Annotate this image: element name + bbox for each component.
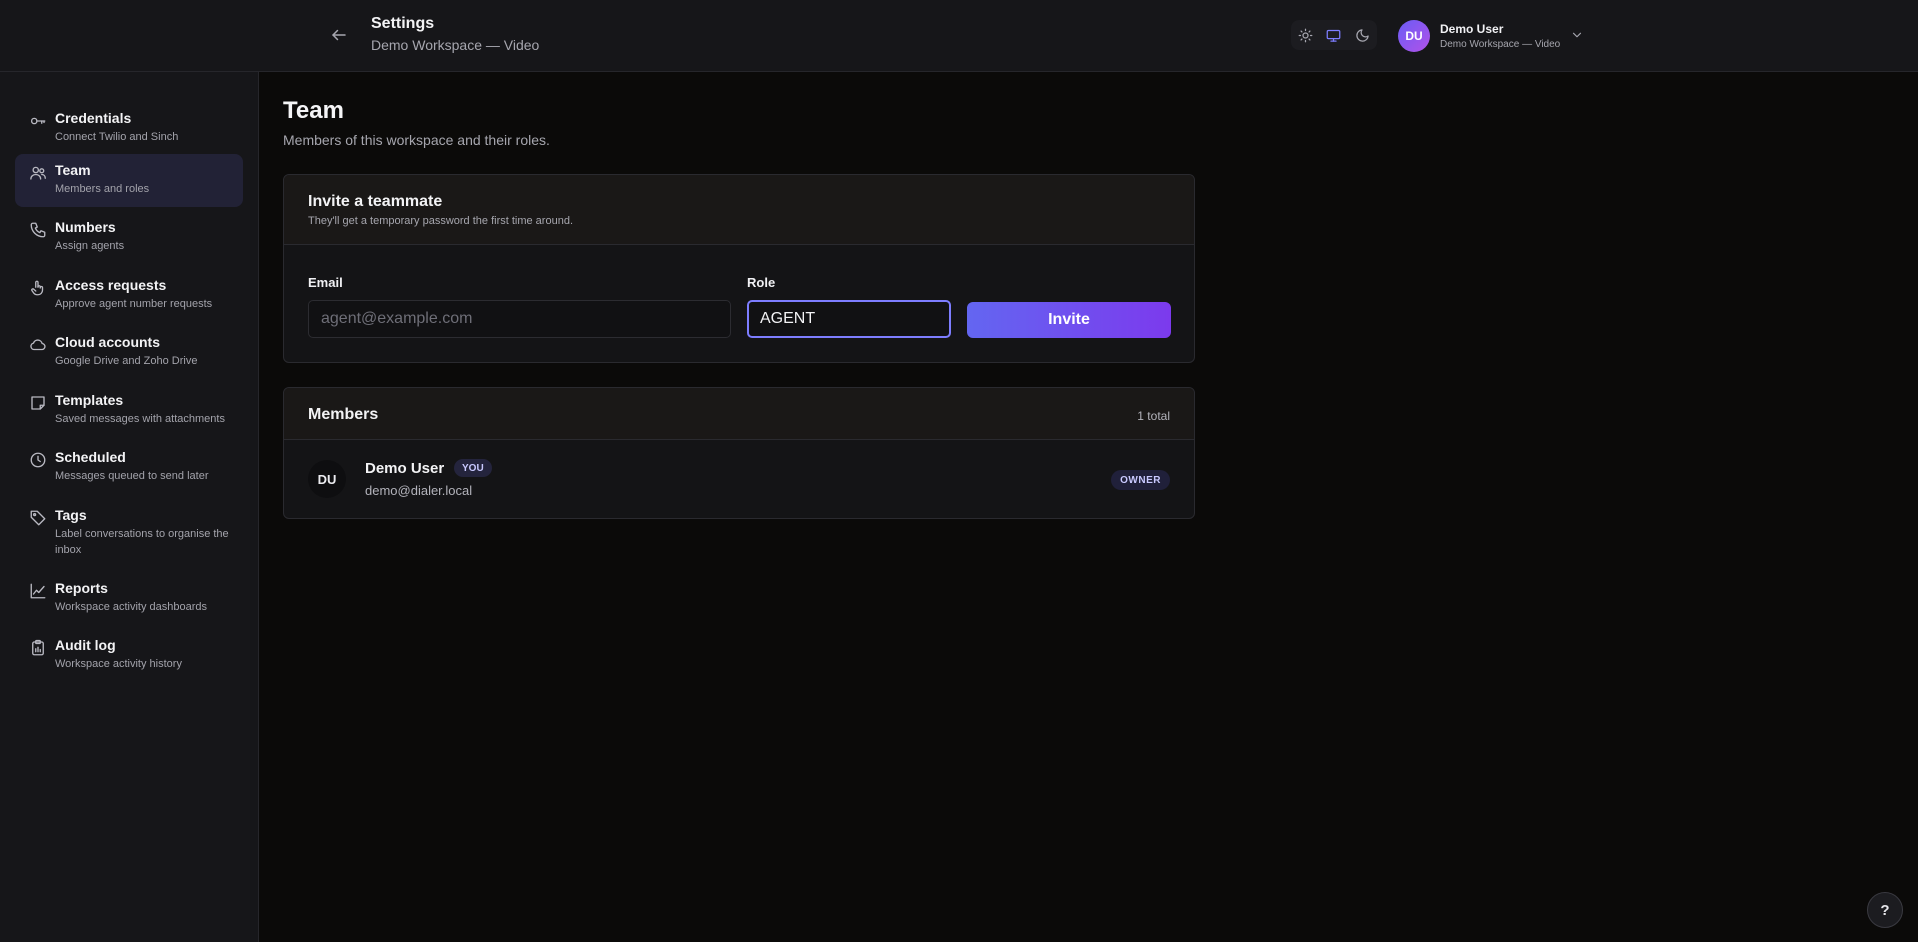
theme-switcher	[1291, 20, 1377, 50]
member-email: demo@dialer.local	[365, 483, 473, 498]
sidebar-item-team[interactable]: Team Members and roles	[15, 154, 243, 207]
sidebar-item-desc: Members and roles	[55, 183, 150, 195]
sidebar-item-cloud-accounts[interactable]: Cloud accounts Google Drive and Zoho Dri…	[15, 326, 243, 379]
tag-icon	[30, 510, 46, 526]
sidebar-item-audit-log[interactable]: Audit log Workspace activity history	[15, 629, 243, 682]
you-badge: YOU	[454, 459, 492, 477]
invite-card: Invite a teammate They'll get a temporar…	[283, 174, 1195, 363]
sidebar-item-label: Credentials	[55, 110, 132, 126]
sidebar-item-label: Templates	[55, 392, 124, 408]
invite-title: Invite a teammate	[308, 193, 443, 210]
member-name: Demo User	[365, 460, 445, 477]
sidebar-item-label: Numbers	[55, 219, 116, 235]
members-card-header: Members 1 total	[284, 388, 1194, 440]
sidebar-item-desc: Connect Twilio and Sinch	[55, 131, 179, 143]
sidebar-item-desc: Google Drive and Zoho Drive	[55, 355, 198, 367]
user-info: Demo User Demo Workspace — Video	[1440, 22, 1560, 50]
sidebar-item-desc: Messages queued to send later	[55, 470, 209, 482]
page-title: Team	[283, 97, 344, 124]
settings-sidebar: Credentials Connect Twilio and Sinch Tea…	[0, 72, 259, 942]
page-subtitle: Members of this workspace and their role…	[283, 132, 550, 148]
clock-icon	[30, 452, 46, 468]
sidebar-item-tags[interactable]: Tags Label conversations to organise the…	[15, 499, 243, 565]
key-icon	[30, 117, 46, 125]
chart-line-icon	[30, 583, 46, 599]
sidebar-item-label: Tags	[55, 507, 87, 523]
members-title: Members	[308, 406, 379, 423]
page-header-subtitle: Demo Workspace — Video	[371, 37, 540, 53]
monitor-icon	[1327, 29, 1341, 42]
sidebar-item-label: Audit log	[55, 637, 116, 653]
system-theme-button[interactable]	[1323, 24, 1345, 46]
avatar: DU	[1398, 20, 1430, 52]
sidebar-item-credentials[interactable]: Credentials Connect Twilio and Sinch	[15, 102, 243, 155]
arrow-left-icon	[332, 29, 346, 41]
sidebar-item-desc: Saved messages with attachments	[55, 413, 225, 425]
user-menu[interactable]: DU Demo User Demo Workspace — Video	[1398, 18, 1584, 54]
sidebar-item-label: Team	[55, 162, 91, 178]
sidebar-item-label: Reports	[55, 580, 108, 596]
sidebar-item-desc: Approve agent number requests	[55, 298, 213, 310]
sidebar-item-access-requests[interactable]: Access requests Approve agent number req…	[15, 269, 243, 322]
sidebar-item-desc: Workspace activity history	[55, 658, 182, 670]
sidebar-item-desc: Label conversations to organise the inbo…	[55, 528, 229, 556]
role-badge: OWNER	[1111, 470, 1170, 490]
sidebar-item-templates[interactable]: Templates Saved messages with attachment…	[15, 384, 243, 437]
invite-button[interactable]: Invite	[967, 302, 1171, 338]
moon-icon	[1356, 28, 1369, 42]
dark-theme-button[interactable]	[1352, 24, 1374, 46]
sidebar-item-label: Access requests	[55, 277, 167, 293]
sidebar-item-label: Cloud accounts	[55, 334, 161, 350]
sidebar-item-reports[interactable]: Reports Workspace activity dashboards	[15, 572, 243, 625]
members-count: 1 total	[1137, 409, 1170, 423]
members-card: Members 1 total DU Demo User YOU demo@di…	[283, 387, 1195, 519]
avatar: DU	[308, 460, 346, 498]
sidebar-item-desc: Workspace activity dashboards	[55, 601, 208, 613]
invite-description: They'll get a temporary password the fir…	[308, 215, 573, 227]
sidebar-item-label: Scheduled	[55, 449, 126, 465]
clipboard-icon	[32, 639, 44, 656]
email-label: Email	[308, 275, 343, 290]
light-theme-button[interactable]	[1294, 24, 1316, 46]
cloud-icon	[30, 339, 46, 351]
sun-icon	[1298, 28, 1313, 42]
chevron-down-icon	[1572, 32, 1582, 38]
role-label: Role	[747, 275, 776, 290]
email-field[interactable]	[308, 300, 731, 338]
sidebar-item-numbers[interactable]: Numbers Assign agents	[15, 211, 243, 264]
invite-card-header: Invite a teammate They'll get a temporar…	[284, 175, 1194, 245]
sidebar-item-scheduled[interactable]: Scheduled Messages queued to send later	[15, 441, 243, 494]
sticky-note-icon	[31, 396, 45, 410]
top-header: Settings Demo Workspace — Video DU Demo …	[0, 0, 1918, 72]
sidebar-item-desc: Assign agents	[55, 240, 125, 252]
hand-pointer-icon	[31, 280, 44, 296]
table-row: DU Demo User YOU demo@dialer.local OWNER	[284, 440, 1194, 518]
users-icon	[30, 166, 46, 180]
help-button[interactable]: ?	[1867, 892, 1903, 928]
user-workspace: Demo Workspace — Video	[1440, 39, 1561, 50]
user-name: Demo User	[1440, 22, 1504, 36]
back-button[interactable]	[326, 22, 352, 48]
role-select[interactable]: AGENT	[747, 300, 951, 338]
phone-icon	[30, 222, 46, 238]
page-header-title: Settings	[371, 15, 435, 32]
role-select-value: AGENT	[760, 310, 816, 327]
